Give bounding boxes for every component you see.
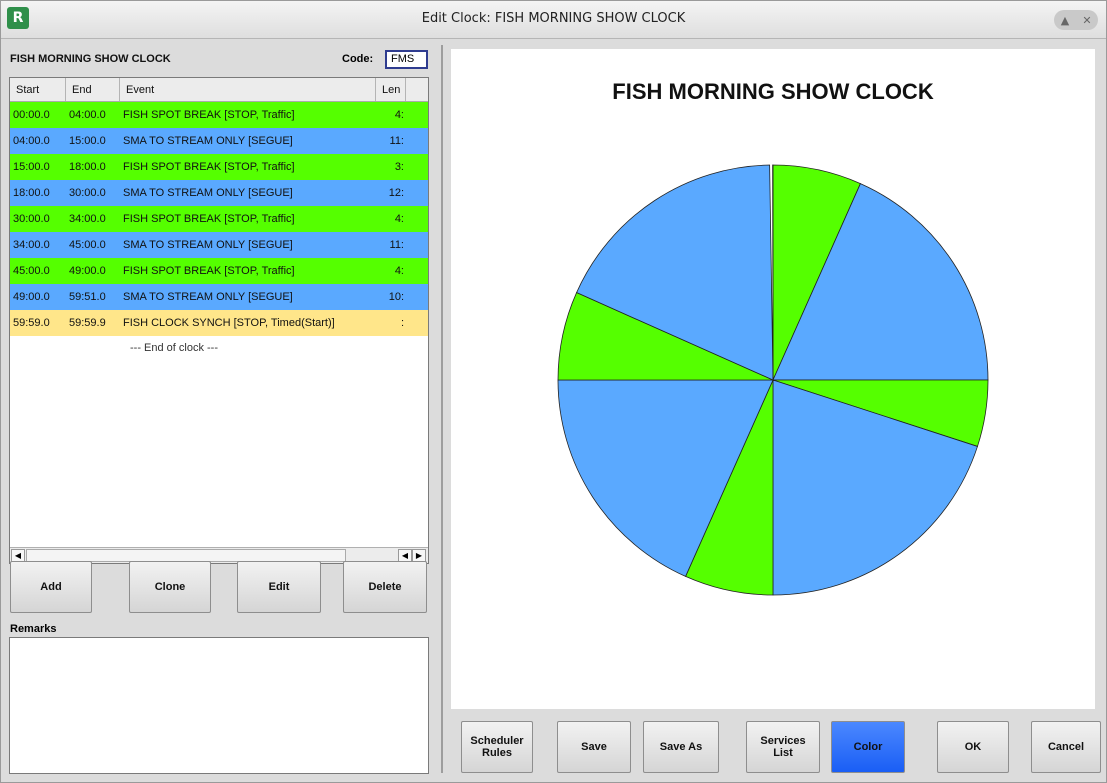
cell-event: FISH SPOT BREAK [STOP, Traffic] xyxy=(123,109,295,121)
table-row[interactable]: 45:00.0 49:00.0 FISH SPOT BREAK [STOP, Tra… xyxy=(10,258,428,284)
code-label: Code: xyxy=(342,53,374,65)
cell-len: 4: xyxy=(394,109,404,121)
cell-event: SMA TO STREAM ONLY [SEGUE] xyxy=(123,135,293,147)
table-row[interactable]: 00:00.0 04:00.0 FISH SPOT BREAK [STOP, Tra… xyxy=(10,102,428,128)
clock-chart: FISH MORNING SHOW CLOCK xyxy=(451,49,1095,709)
cell-end: 15:00.0 xyxy=(69,135,106,147)
cell-start: 15:00.0 xyxy=(13,161,50,173)
table-row[interactable]: 15:00.0 18:00.0 FISH SPOT BREAK [STOP, Tra… xyxy=(10,154,428,180)
cell-len: 3: xyxy=(394,161,404,173)
table-row[interactable]: 34:00.0 45:00.0 SMA TO STREAM ONLY [SEGUE]… xyxy=(10,232,428,258)
clock-name: FISH MORNING SHOW CLOCK xyxy=(10,53,171,65)
cell-end: 30:00.0 xyxy=(69,187,106,199)
remarks-label: Remarks xyxy=(10,623,57,635)
header-len[interactable]: Len xyxy=(376,78,406,101)
table-row[interactable]: 59:59.0 59:59.9 FISH CLOCK SYNCH [STOP, Ti… xyxy=(10,310,428,336)
cell-start: 04:00.0 xyxy=(13,135,50,147)
cell-end: 59:59.9 xyxy=(69,317,106,329)
cell-event: FISH SPOT BREAK [STOP, Traffic] xyxy=(123,161,295,173)
cell-start: 34:00.0 xyxy=(13,239,50,251)
add-button[interactable]: Add xyxy=(10,561,92,613)
cell-end: 59:51.0 xyxy=(69,291,106,303)
cell-len: 12: xyxy=(388,187,404,199)
cell-end: 18:00.0 xyxy=(69,161,106,173)
window-controls: ▲ ✕ xyxy=(1054,10,1098,30)
cell-end: 45:00.0 xyxy=(69,239,106,251)
edit-button[interactable]: Edit xyxy=(237,561,321,613)
cell-start: 59:59.0 xyxy=(13,317,50,329)
header-end[interactable]: End xyxy=(66,78,120,101)
table-row[interactable]: 04:00.0 15:00.0 SMA TO STREAM ONLY [SEGUE]… xyxy=(10,128,428,154)
cell-len: : xyxy=(400,317,404,329)
color-button[interactable]: Color xyxy=(831,721,905,773)
cell-len: 10: xyxy=(388,291,404,303)
cell-start: 49:00.0 xyxy=(13,291,50,303)
clock-pie-chart xyxy=(557,164,989,596)
cell-event: SMA TO STREAM ONLY [SEGUE] xyxy=(123,239,293,251)
scheduler-rules-button[interactable]: Scheduler Rules xyxy=(461,721,533,773)
cell-start: 18:00.0 xyxy=(13,187,50,199)
cell-len: 4: xyxy=(394,265,404,277)
code-input[interactable]: FMS xyxy=(385,50,428,69)
cancel-button[interactable]: Cancel xyxy=(1031,721,1101,773)
panel-divider xyxy=(441,45,443,773)
title-bar: R Edit Clock: FISH MORNING SHOW CLOCK ▲ … xyxy=(1,1,1106,39)
table-row[interactable]: 30:00.0 34:00.0 FISH SPOT BREAK [STOP, Tra… xyxy=(10,206,428,232)
table-row[interactable]: 18:00.0 30:00.0 SMA TO STREAM ONLY [SEGUE]… xyxy=(10,180,428,206)
edit-clock-window: R Edit Clock: FISH MORNING SHOW CLOCK ▲ … xyxy=(0,0,1107,783)
delete-button[interactable]: Delete xyxy=(343,561,427,613)
list-header: Start End Event Len xyxy=(10,78,428,102)
ok-button[interactable]: OK xyxy=(937,721,1009,773)
chart-title: FISH MORNING SHOW CLOCK xyxy=(612,79,934,104)
clone-button[interactable]: Clone xyxy=(129,561,211,613)
save-as-button[interactable]: Save As xyxy=(643,721,719,773)
cell-len: 11: xyxy=(389,135,404,147)
header-event[interactable]: Event xyxy=(120,78,376,101)
header-start[interactable]: Start xyxy=(10,78,66,101)
cell-end: 34:00.0 xyxy=(69,213,106,225)
clock-editor-panel: FISH MORNING SHOW CLOCK Code: FMS Start … xyxy=(9,45,437,775)
services-list-button[interactable]: Services List xyxy=(746,721,820,773)
cell-event: SMA TO STREAM ONLY [SEGUE] xyxy=(123,187,293,199)
cell-len: 11: xyxy=(389,239,404,251)
save-button[interactable]: Save xyxy=(557,721,631,773)
cell-start: 30:00.0 xyxy=(13,213,50,225)
cell-start: 45:00.0 xyxy=(13,265,50,277)
table-row[interactable]: 49:00.0 59:51.0 SMA TO STREAM ONLY [SEGUE]… xyxy=(10,284,428,310)
cell-event: FISH CLOCK SYNCH [STOP, Timed(Start)] xyxy=(123,317,335,329)
remarks-input[interactable] xyxy=(9,637,429,774)
maximize-icon[interactable]: ▲ xyxy=(1056,14,1074,27)
end-of-clock-text: --- End of clock --- xyxy=(130,342,219,354)
cell-len: 4: xyxy=(394,213,404,225)
event-list[interactable]: Start End Event Len 00:00.0 04:00.0 FISH S… xyxy=(9,77,429,564)
cell-end: 04:00.0 xyxy=(69,109,106,121)
window-title: Edit Clock: FISH MORNING SHOW CLOCK xyxy=(421,11,686,26)
cell-end: 49:00.0 xyxy=(69,265,106,277)
cell-event: SMA TO STREAM ONLY [SEGUE] xyxy=(123,291,293,303)
cell-event: FISH SPOT BREAK [STOP, Traffic] xyxy=(123,265,295,277)
cell-event: FISH SPOT BREAK [STOP, Traffic] xyxy=(123,213,295,225)
close-icon[interactable]: ✕ xyxy=(1078,14,1096,27)
cell-start: 00:00.0 xyxy=(13,109,50,121)
